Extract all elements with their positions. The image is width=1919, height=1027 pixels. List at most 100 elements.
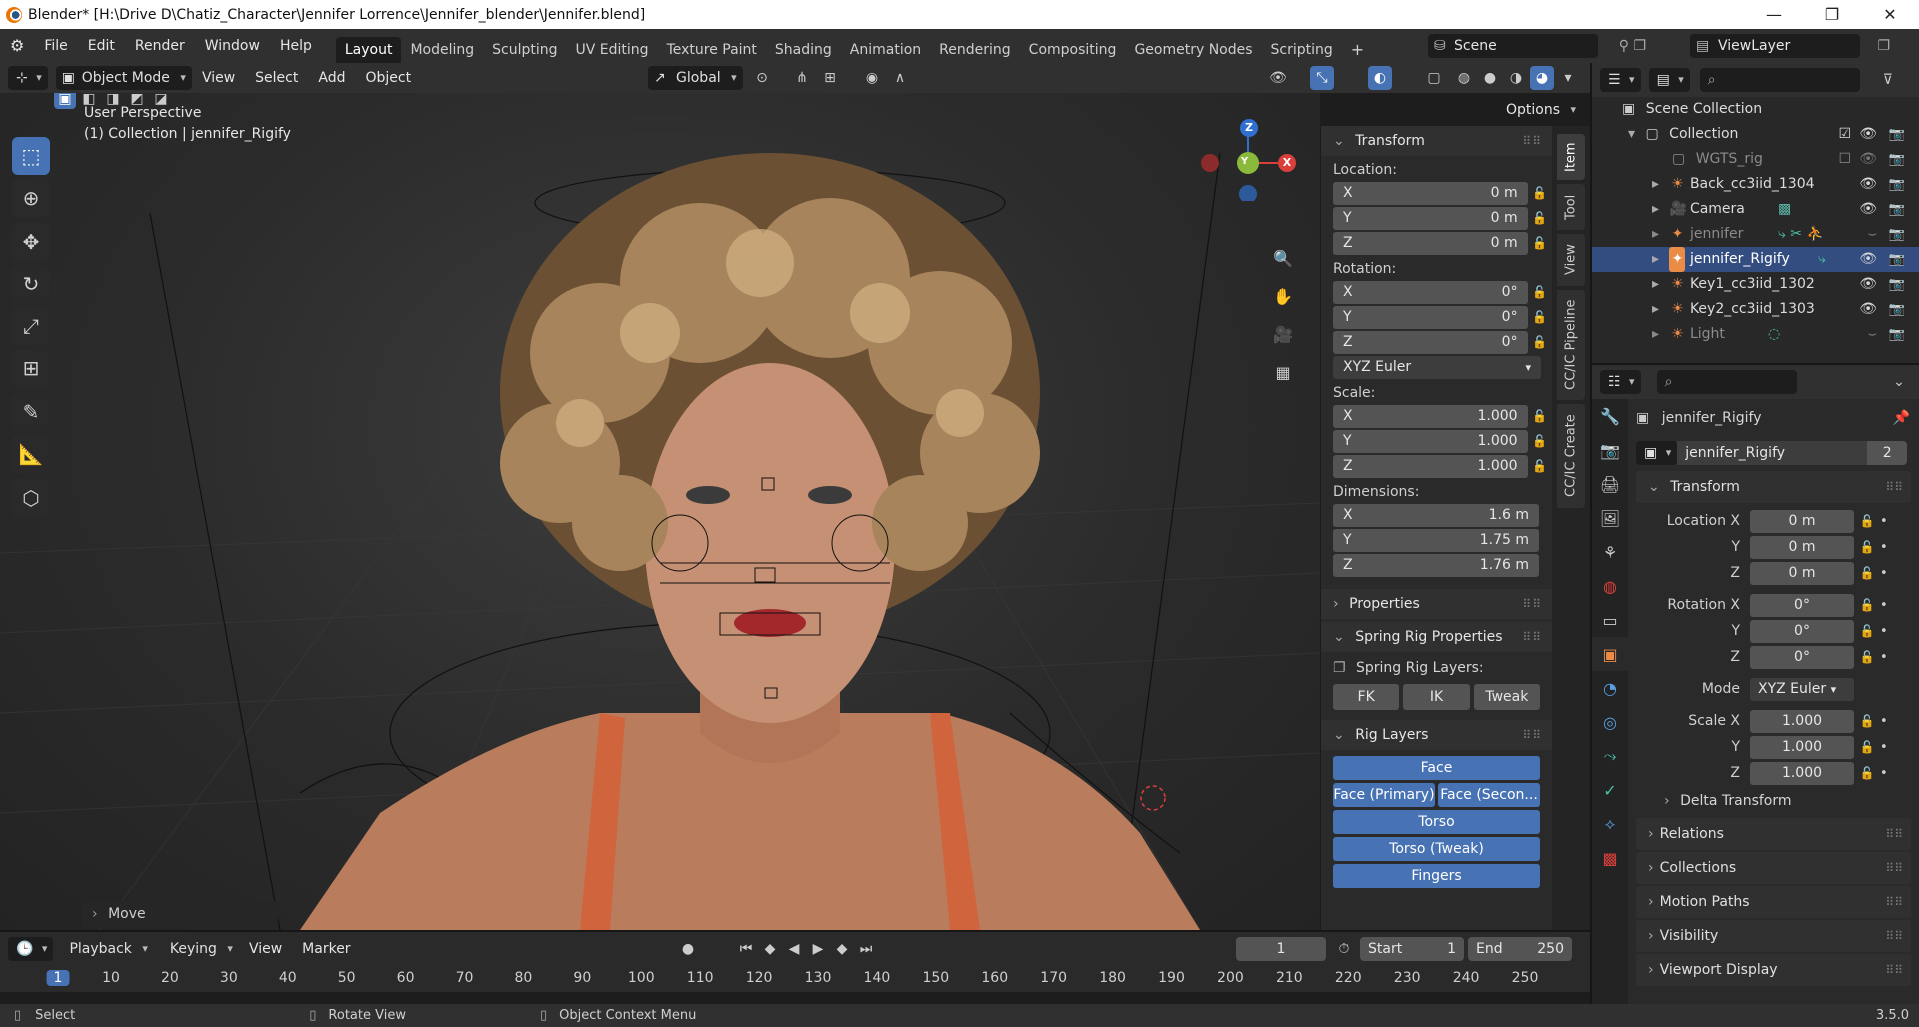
prop-rotation-x-value[interactable]: 0°: [1750, 593, 1854, 617]
add-cube-tool-icon[interactable]: ⬡: [12, 479, 50, 517]
tab-uv-editing[interactable]: UV Editing: [567, 37, 658, 63]
rig-layer-face-button[interactable]: Face: [1333, 756, 1540, 780]
collection-tab-icon[interactable]: ▭: [1592, 603, 1628, 637]
timeline-scrollbar[interactable]: [0, 992, 1590, 1004]
outliner-scene-collection[interactable]: ▣ Scene Collection: [1592, 97, 1919, 122]
view-layer-tab-icon[interactable]: 🖼: [1592, 501, 1628, 535]
render-camera-icon[interactable]: 📷: [1889, 172, 1905, 197]
visibility-eye-icon[interactable]: 👁: [1859, 197, 1877, 222]
lock-icon[interactable]: 🔓: [1528, 434, 1552, 448]
shading-options-icon[interactable]: ▾: [1556, 66, 1580, 90]
location-y-value[interactable]: 0 m: [1491, 210, 1518, 226]
tab-cc-ic-pipeline[interactable]: CC/IC Pipeline: [1557, 290, 1585, 400]
drag-grip-icon[interactable]: ⠿⠿: [1522, 126, 1542, 156]
pan-hand-icon[interactable]: ✋: [1268, 281, 1298, 311]
outliner-display-mode-icon[interactable]: ▤: [1648, 68, 1690, 92]
viewport-menu-object[interactable]: Object: [355, 63, 421, 93]
lock-icon[interactable]: 🔓: [1854, 714, 1880, 728]
outliner-item-key1[interactable]: ▸ ☀ Key1_cc3iid_1302 👁 📷: [1592, 272, 1919, 297]
lock-icon[interactable]: 🔓: [1854, 598, 1880, 612]
spring-tweak-button[interactable]: Tweak: [1473, 684, 1540, 710]
physics-tab-icon[interactable]: ◎: [1592, 705, 1628, 739]
rig-layer-fingers-button[interactable]: Fingers: [1333, 864, 1540, 888]
scale-y-row[interactable]: Y 1.000 🔓: [1333, 429, 1552, 453]
material-shading-icon[interactable]: ◑: [1504, 66, 1528, 90]
scale-tool-icon[interactable]: ⤢: [12, 307, 50, 345]
tab-compositing[interactable]: Compositing: [1020, 37, 1126, 63]
xray-icon[interactable]: ▢: [1422, 66, 1446, 90]
outliner-item-jennifer[interactable]: ▸ ✦ jennifer ⤷ ✂ ⛹ ⌣ 📷: [1592, 222, 1919, 247]
spring-ik-button[interactable]: IK: [1403, 684, 1470, 710]
outliner-item-camera[interactable]: ▸ 🎥 Camera ▩ 👁 📷: [1592, 197, 1919, 222]
lock-icon[interactable]: 🔓: [1528, 285, 1552, 299]
modifiers-tab-icon[interactable]: ◔: [1592, 671, 1628, 705]
expand-arrow-icon[interactable]: ▸: [1652, 251, 1659, 267]
dimensions-y-row[interactable]: Y 1.75 m: [1333, 528, 1552, 552]
render-camera-icon[interactable]: 📷: [1889, 297, 1905, 322]
render-camera-icon[interactable]: 📷: [1889, 272, 1905, 297]
menu-edit[interactable]: Edit: [78, 29, 125, 63]
cursor-tool-icon[interactable]: ⊕: [12, 179, 50, 217]
tab-cc-ic-create[interactable]: CC/IC Create: [1557, 404, 1585, 508]
location-x-value[interactable]: 0 m: [1491, 185, 1518, 201]
keyframe-dot-icon[interactable]: •: [1880, 514, 1888, 529]
rotation-x-value[interactable]: 0°: [1502, 284, 1518, 300]
keyframe-dot-icon[interactable]: •: [1880, 566, 1888, 581]
tab-scripting[interactable]: Scripting: [1262, 37, 1342, 63]
visibility-eye-icon[interactable]: 👁: [1859, 247, 1877, 272]
rig-layer-torso-button[interactable]: Torso: [1333, 810, 1540, 834]
render-camera-icon[interactable]: 📷: [1889, 122, 1905, 147]
prop-scale-y-value[interactable]: 1.000: [1750, 735, 1854, 759]
editor-type-dropdown[interactable]: ⊹: [8, 66, 48, 90]
tab-geometry-nodes[interactable]: Geometry Nodes: [1125, 37, 1261, 63]
orientation-dropdown[interactable]: ↗ Global: [648, 66, 743, 90]
rotation-mode-value[interactable]: XYZ Euler: [1343, 359, 1411, 375]
rig-layer-torso-tweak-button[interactable]: Torso (Tweak): [1333, 837, 1540, 861]
filter-icon[interactable]: ⊽: [1876, 68, 1900, 92]
scale-x-row[interactable]: X 1.000 🔓: [1333, 404, 1552, 428]
navigation-gizmo[interactable]: Z X Y: [1190, 111, 1300, 201]
gizmo-z-axis[interactable]: Z: [1240, 119, 1258, 137]
properties-panel-header[interactable]: › Properties ⠿⠿: [1321, 589, 1552, 619]
collections-section-header[interactable]: › Collections ⠿⠿: [1636, 852, 1911, 884]
scale-y-value[interactable]: 1.000: [1478, 433, 1518, 449]
prop-mode-dropdown[interactable]: XYZ Euler ▾: [1750, 677, 1854, 701]
3d-viewport[interactable]: User Perspective (1) Collection | jennif…: [0, 93, 1320, 930]
visibility-icon[interactable]: 👁: [1266, 66, 1290, 90]
keyframe-dot-icon[interactable]: •: [1880, 624, 1888, 639]
keyframe-dot-icon[interactable]: •: [1880, 740, 1888, 755]
menu-window[interactable]: Window: [195, 29, 270, 63]
rotation-y-value[interactable]: 0°: [1502, 309, 1518, 325]
timeline-view-menu[interactable]: View: [239, 932, 292, 966]
tool-tab-icon[interactable]: 🔧: [1592, 399, 1628, 433]
play-icon[interactable]: ▶: [806, 937, 830, 961]
delta-transform-header[interactable]: › Delta Transform: [1636, 786, 1919, 816]
start-frame-field[interactable]: Start 1: [1360, 937, 1464, 961]
maximize-button[interactable]: ❐: [1803, 0, 1861, 29]
menu-render[interactable]: Render: [125, 29, 195, 63]
lock-icon[interactable]: 🔓: [1528, 211, 1552, 225]
hidden-eye-icon[interactable]: ⌣: [1868, 222, 1877, 247]
select-new-icon[interactable]: ▣: [54, 93, 76, 109]
select-box-tool-icon[interactable]: ⬚: [12, 137, 50, 175]
viewlayer-selector[interactable]: ▤ ViewLayer ❐: [1690, 34, 1890, 58]
rotation-z-value[interactable]: 0°: [1502, 334, 1518, 350]
gizmo-toggle-icon[interactable]: ⤡: [1310, 66, 1334, 90]
lock-icon[interactable]: 🔓: [1528, 335, 1552, 349]
lock-icon[interactable]: 🔓: [1528, 409, 1552, 423]
rotation-mode-row[interactable]: XYZ Euler ▾: [1333, 355, 1552, 379]
expand-arrow-icon[interactable]: ▸: [1652, 301, 1659, 317]
select-invert-icon[interactable]: ◩: [126, 93, 148, 109]
dimensions-z-value[interactable]: 1.76 m: [1480, 557, 1529, 573]
lock-icon[interactable]: 🔓: [1854, 540, 1880, 554]
rotation-z-row[interactable]: Z 0° 🔓: [1333, 330, 1552, 354]
object-browse-icon[interactable]: ▣: [1636, 441, 1678, 465]
mode-dropdown[interactable]: ▣ Object Mode: [55, 66, 192, 90]
lock-icon[interactable]: 🔓: [1854, 766, 1880, 780]
move-tool-icon[interactable]: ✥: [12, 223, 50, 261]
proportional-edit-icon[interactable]: ◉: [860, 66, 884, 90]
object-users-count[interactable]: 2: [1867, 441, 1908, 465]
prop-location-z-value[interactable]: 0 m: [1750, 561, 1854, 585]
visibility-eye-icon[interactable]: 👁: [1859, 172, 1877, 197]
stopwatch-icon[interactable]: ⏱: [1332, 937, 1356, 961]
